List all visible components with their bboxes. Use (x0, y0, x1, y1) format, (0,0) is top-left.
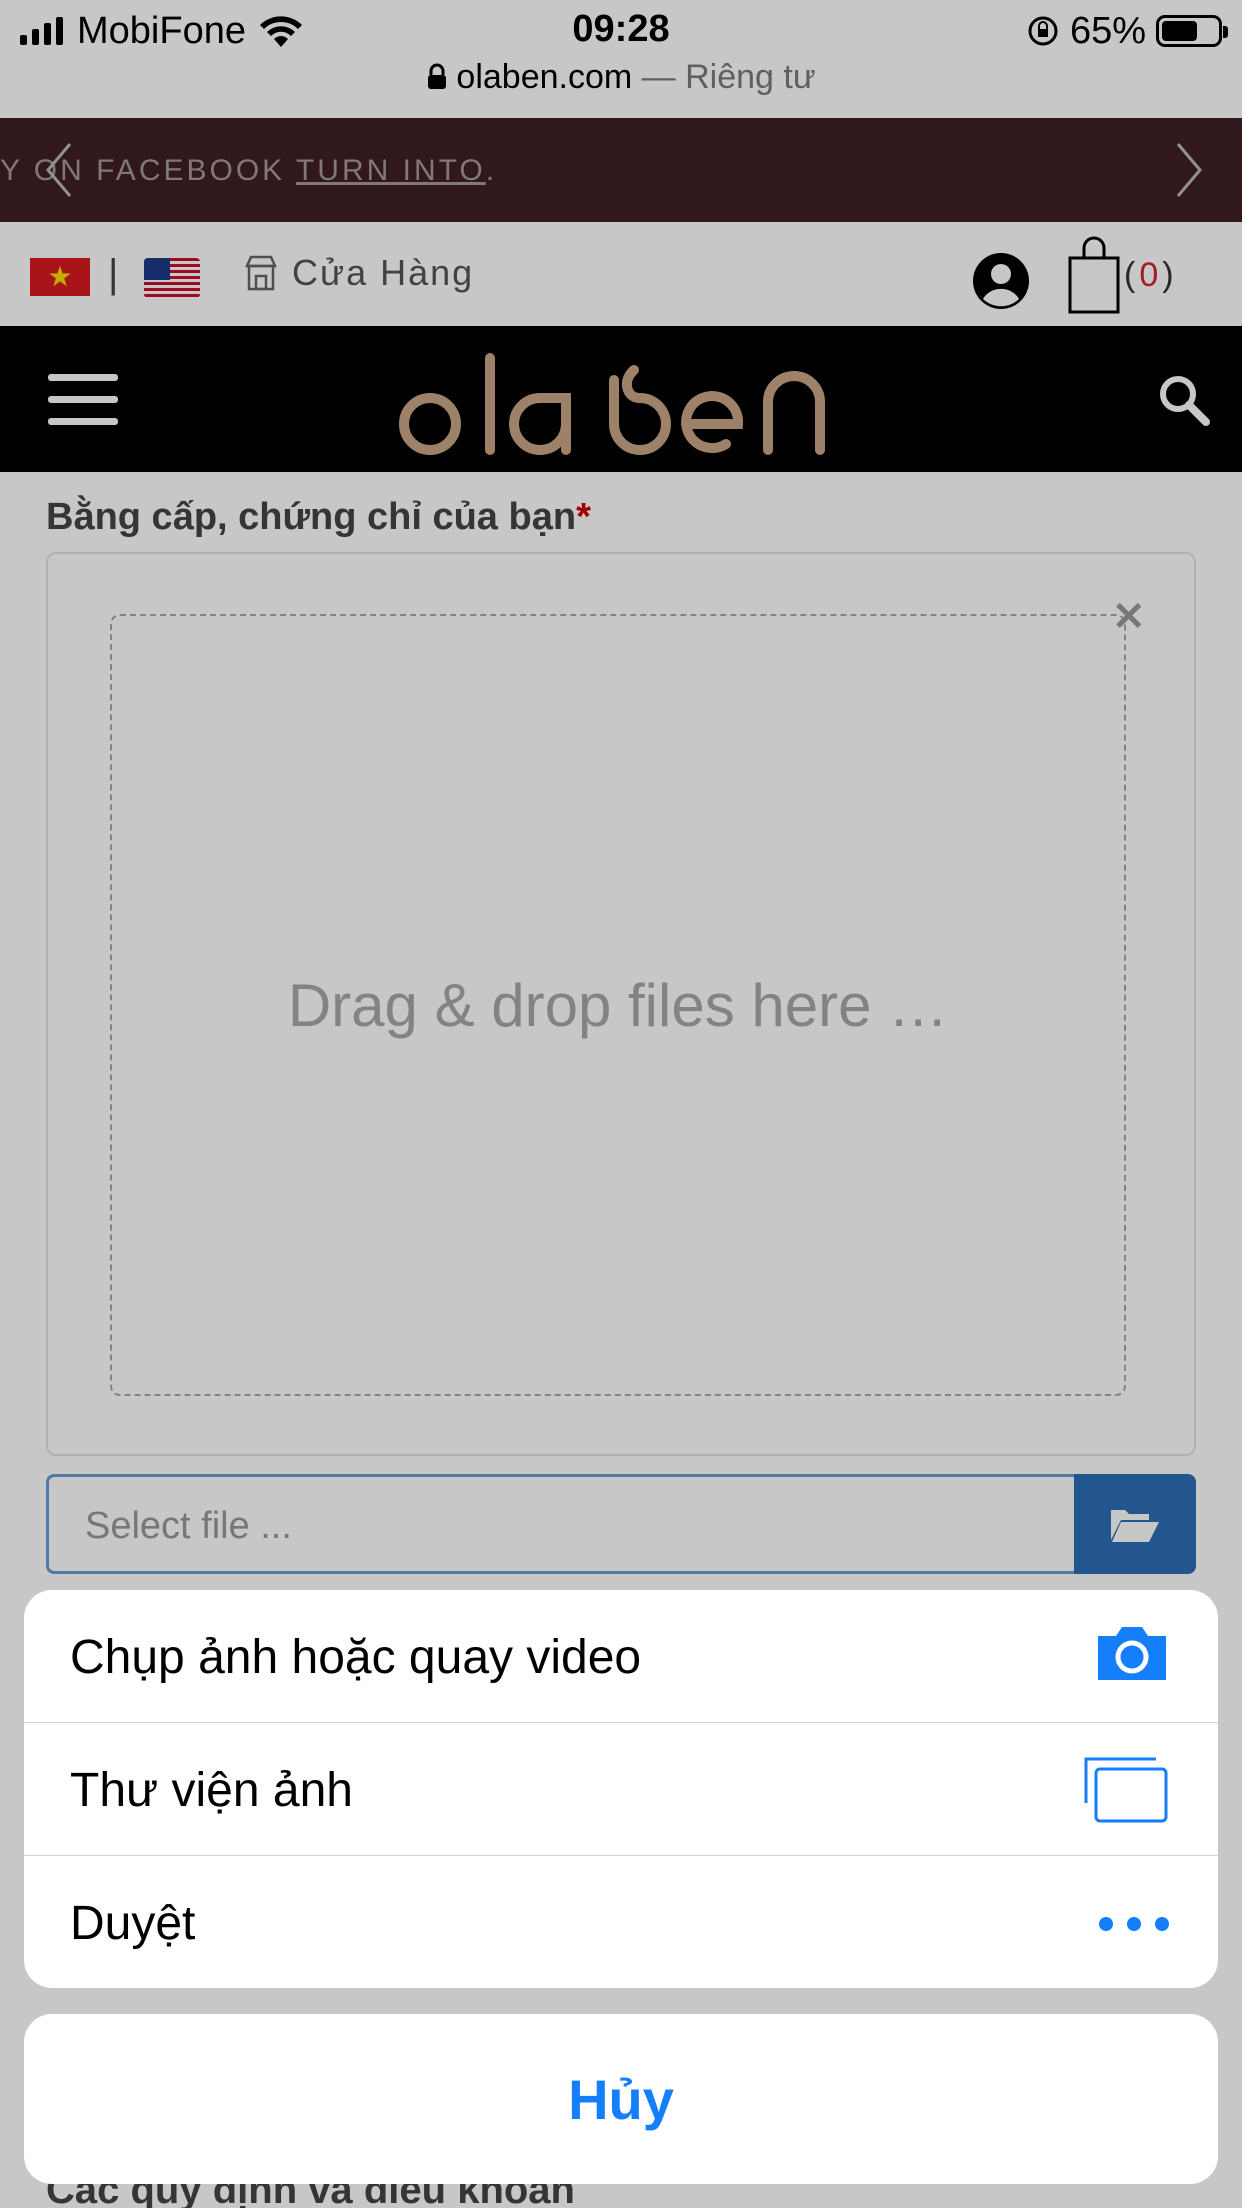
action-browse-label: Duyệt (70, 1897, 196, 1950)
action-take-photo[interactable]: Chụp ảnh hoặc quay video (24, 1590, 1218, 1723)
action-take-photo-label: Chụp ảnh hoặc quay video (70, 1631, 642, 1684)
action-browse[interactable]: Duyệt (24, 1856, 1218, 1988)
page: MobiFone 09:28 65% olaben.com — Riêng tư (0, 0, 1242, 2208)
more-dots-icon (1099, 1917, 1169, 1931)
photo-library-icon (1084, 1757, 1168, 1823)
camera-icon (1098, 1627, 1166, 1680)
cancel-button[interactable]: Hủy (24, 2014, 1218, 2184)
file-action-sheet: Chụp ảnh hoặc quay video Thư viện ảnh Du… (24, 1590, 1218, 1988)
action-photo-library-label: Thư viện ảnh (70, 1764, 353, 1817)
action-photo-library[interactable]: Thư viện ảnh (24, 1723, 1218, 1856)
